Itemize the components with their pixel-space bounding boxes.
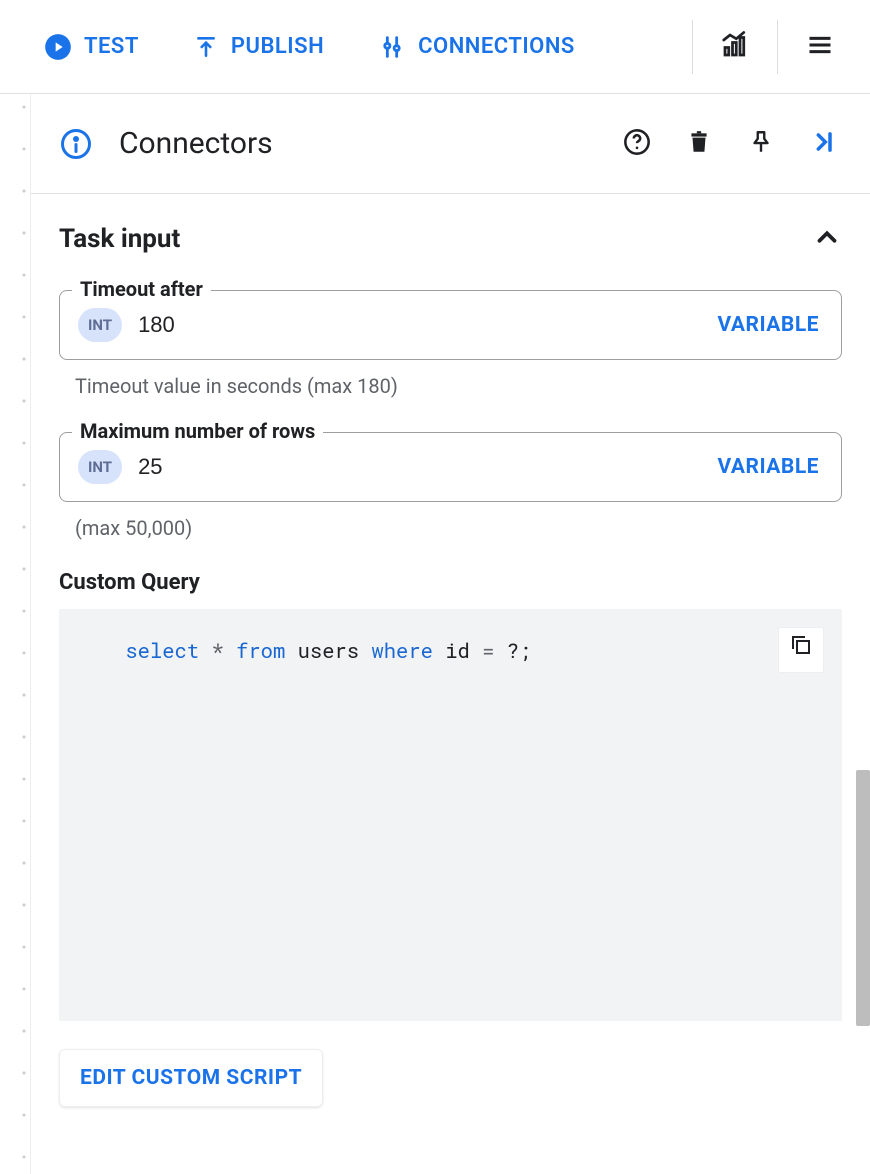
chart-line-icon	[720, 30, 750, 64]
maxrows-field[interactable]: Maximum number of rows INT VARIABLE	[59, 432, 842, 502]
connections-icon	[378, 33, 406, 61]
delete-button[interactable]	[682, 127, 716, 161]
connections-button[interactable]: CONNECTIONS	[360, 23, 593, 71]
toolbar: TEST PUBLISH CONNECTIONS	[0, 0, 870, 94]
connector-panel: Connectors	[30, 94, 870, 1174]
code-token: =	[482, 637, 494, 664]
edit-custom-script-button[interactable]: EDIT CUSTOM SCRIPT	[59, 1049, 323, 1107]
pin-button[interactable]	[744, 127, 778, 161]
maxrows-legend: Maximum number of rows	[72, 419, 323, 443]
help-circle-icon	[623, 128, 651, 160]
connections-button-label: CONNECTIONS	[418, 34, 575, 59]
separator	[692, 20, 693, 74]
test-button[interactable]: TEST	[26, 23, 157, 71]
play-circle-icon	[44, 33, 72, 61]
custom-query-code: select * from users where id = ?;	[59, 609, 842, 1021]
code-token: select	[125, 637, 199, 664]
collapse-panel-button[interactable]	[806, 127, 840, 161]
chevron-last-icon	[809, 128, 837, 160]
maxrows-input[interactable]	[136, 433, 713, 501]
separator	[777, 20, 778, 74]
menu-button[interactable]	[796, 23, 844, 71]
section-title: Task input	[59, 224, 180, 254]
timeout-helper: Timeout value in seconds (max 180)	[75, 374, 842, 398]
panel-header: Connectors	[31, 94, 870, 194]
maxrows-variable-button[interactable]: VARIABLE	[713, 449, 823, 485]
left-rail-dots	[10, 94, 26, 1174]
code-token: from	[236, 637, 285, 664]
code-token: users	[298, 637, 360, 664]
chevron-up-icon	[812, 222, 842, 256]
maxrows-helper: (max 50,000)	[75, 516, 842, 540]
code-token: *	[211, 637, 223, 664]
copy-code-button[interactable]	[778, 627, 824, 673]
trash-icon	[686, 129, 712, 159]
timeout-variable-button[interactable]: VARIABLE	[713, 307, 823, 343]
upload-icon	[193, 34, 219, 60]
edit-custom-script-label: EDIT CUSTOM SCRIPT	[80, 1066, 302, 1090]
connector-icon	[61, 129, 91, 159]
test-button-label: TEST	[84, 34, 139, 59]
section-header[interactable]: Task input	[59, 218, 842, 268]
menu-icon	[806, 31, 834, 63]
custom-query-label: Custom Query	[59, 570, 842, 595]
copy-icon	[789, 633, 813, 667]
code-token: where	[371, 637, 433, 664]
task-input-section: Task input Timeout after INT VARIABLE Ti…	[31, 194, 870, 1131]
panel-title: Connectors	[119, 126, 273, 161]
code-token: ?;	[507, 637, 532, 664]
timeout-input[interactable]	[136, 291, 713, 359]
publish-button-label: PUBLISH	[231, 34, 324, 59]
timeout-field[interactable]: Timeout after INT VARIABLE	[59, 290, 842, 360]
pin-icon	[748, 129, 774, 159]
int-chip: INT	[78, 308, 122, 342]
publish-button[interactable]: PUBLISH	[175, 24, 342, 70]
scrollbar-thumb[interactable]	[856, 770, 870, 1026]
help-button[interactable]	[620, 127, 654, 161]
int-chip: INT	[78, 450, 122, 484]
timeout-legend: Timeout after	[72, 277, 211, 301]
code-token: id	[445, 637, 470, 664]
analytics-button[interactable]	[711, 23, 759, 71]
